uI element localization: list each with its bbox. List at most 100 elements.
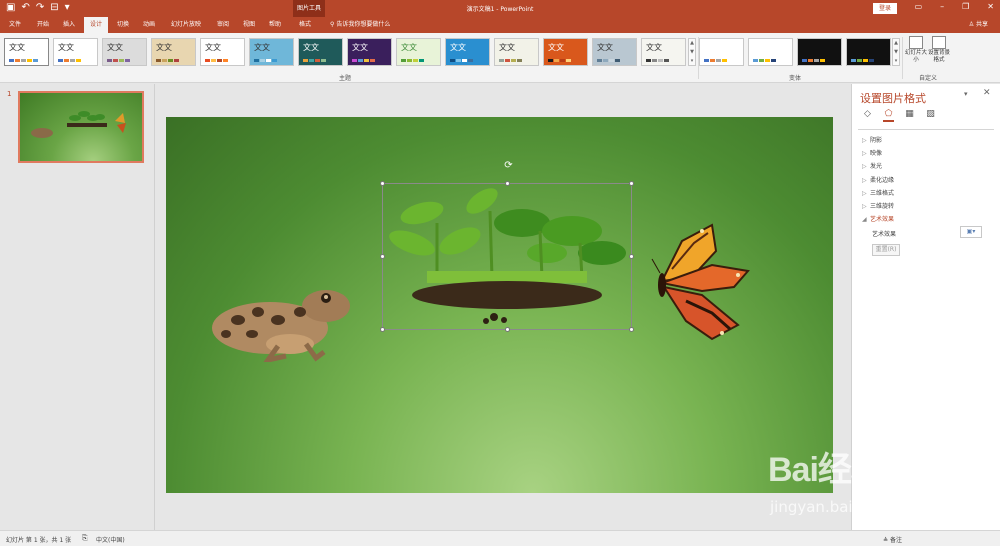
section-3d-format[interactable]: ▷ 三维格式 — [862, 188, 894, 197]
variant-color-bars — [704, 59, 727, 62]
resize-handle[interactable] — [380, 327, 385, 332]
theme-thumb[interactable]: 文文 — [641, 38, 686, 66]
picture-selection-box — [380, 181, 634, 332]
theme-color-bars — [205, 59, 228, 62]
ribbon-display-options-icon[interactable]: ▭ — [915, 2, 923, 11]
lightbulb-icon: ⚲ — [330, 21, 335, 28]
section-3d-rotation[interactable]: ▷ 三维旋转 — [862, 201, 894, 210]
share-button[interactable]: ♙ 共享 — [969, 17, 988, 33]
collapsed-caret-icon: ▷ — [862, 177, 867, 184]
theme-thumb[interactable]: 文文 — [53, 38, 98, 66]
tell-me-search[interactable]: ⚲ 告诉我你想要做什么 — [330, 17, 390, 33]
tab-view[interactable]: 视图 — [238, 17, 260, 33]
close-icon[interactable]: ✕ — [987, 2, 994, 11]
theme-thumb[interactable]: 文文 — [592, 38, 637, 66]
theme-color-bars — [646, 59, 669, 62]
tab-transitions[interactable]: 切换 — [112, 17, 134, 33]
slide-canvas[interactable]: ⟳ — [166, 117, 833, 493]
size-properties-icon[interactable]: ▦ — [904, 109, 915, 120]
variant-thumb[interactable] — [846, 38, 891, 66]
section-label: 映像 — [870, 150, 883, 157]
resize-handle[interactable] — [629, 181, 634, 186]
slide-size-button[interactable]: 幻灯片大小 — [905, 36, 927, 64]
resize-handle[interactable] — [629, 327, 634, 332]
resize-handle[interactable] — [505, 327, 510, 332]
pane-close-icon[interactable]: ✕ — [983, 88, 991, 98]
fill-line-icon[interactable]: ◇ — [862, 109, 873, 120]
notes-button[interactable]: ≜ 备注 — [883, 535, 902, 544]
themes-gallery-scroll[interactable]: ▲ ▼ ▾ — [688, 38, 696, 66]
tab-slideshow[interactable]: 幻灯片放映 — [166, 17, 206, 33]
collapsed-caret-icon: ▷ — [862, 163, 867, 170]
section-artistic-effects[interactable]: ◢ 艺术效果 — [862, 214, 894, 223]
theme-thumb-label: 文文 — [58, 43, 74, 52]
document-title: 演示文稿1 - PowerPoint — [466, 6, 534, 13]
slide-editing-area: ⟳ — [156, 84, 850, 530]
theme-thumb[interactable]: 文文 — [445, 38, 490, 66]
variants-gallery-scroll[interactable]: ▲ ▼ ▾ — [892, 38, 900, 66]
theme-thumb-label: 文文 — [9, 43, 25, 52]
theme-thumb[interactable]: 文文 — [494, 38, 539, 66]
tab-format[interactable]: 格式 — [293, 17, 317, 33]
ribbon-design: 文文 文文 文文 文文 文文 文文 文文 文文 文文 文文 文文 文文 文文 文… — [0, 33, 1000, 83]
theme-thumb[interactable]: 文文 — [200, 38, 245, 66]
tab-help[interactable]: 帮助 — [264, 17, 286, 33]
variant-thumb[interactable] — [797, 38, 842, 66]
tab-review[interactable]: 审阅 — [212, 17, 234, 33]
resize-handle[interactable] — [380, 254, 385, 259]
notes-icon: ≜ — [883, 537, 889, 544]
butterfly-image[interactable] — [642, 221, 752, 343]
section-label: 阴影 — [870, 137, 883, 144]
theme-thumb[interactable]: 文文 — [396, 38, 441, 66]
picture-icon[interactable]: ▨ — [925, 109, 936, 120]
tab-design[interactable]: 设计 — [84, 17, 108, 33]
tab-file[interactable]: 文件 — [4, 17, 26, 33]
tab-animations[interactable]: 动画 — [138, 17, 160, 33]
theme-thumb[interactable]: 文文 — [543, 38, 588, 66]
theme-thumb-label: 文文 — [597, 43, 613, 52]
rotate-handle-icon[interactable]: ⟳ — [503, 160, 514, 171]
resize-handle[interactable] — [380, 181, 385, 186]
slide-count-status: 幻灯片 第 1 张，共 1 张 — [6, 537, 72, 544]
login-button[interactable]: 登录 — [873, 3, 897, 14]
theme-thumb[interactable]: 文文 — [298, 38, 343, 66]
artistic-effects-dropdown[interactable]: ▣▾ — [960, 226, 982, 238]
spellcheck-icon[interactable]: ⎘ — [82, 534, 88, 543]
theme-thumb[interactable]: 文文 — [347, 38, 392, 66]
effects-icon[interactable]: ⬠ — [883, 109, 894, 122]
collapsed-caret-icon: ▷ — [862, 150, 867, 157]
resize-handle[interactable] — [505, 181, 510, 186]
theme-thumb-label: 文文 — [646, 43, 662, 52]
section-soft-edges[interactable]: ▷ 柔化边缘 — [862, 175, 894, 184]
variant-thumb[interactable] — [748, 38, 793, 66]
section-shadow[interactable]: ▷ 阴影 — [862, 135, 882, 144]
restore-icon[interactable]: ❐ — [962, 2, 969, 11]
title-bar: ▣ ↶ ↷ ⊟ ▾ 图片工具 演示文稿1 - PowerPoint 登录 ▭ –… — [0, 0, 1000, 17]
tab-home[interactable]: 开始 — [32, 17, 54, 33]
section-glow[interactable]: ▷ 发光 — [862, 161, 882, 170]
format-background-icon — [932, 36, 946, 49]
person-icon: ♙ — [968, 21, 975, 28]
theme-thumb[interactable]: 文文 — [151, 38, 196, 66]
pane-options-icon[interactable]: ▾ — [964, 90, 968, 98]
theme-thumb-label: 文文 — [107, 43, 123, 52]
section-reflection[interactable]: ▷ 映像 — [862, 148, 882, 157]
theme-color-bars — [401, 59, 424, 62]
format-background-button[interactable]: 设置背景格式 — [928, 36, 950, 64]
slide-thumbnail[interactable] — [18, 91, 144, 163]
pane-category-icons: ◇ ⬠ ▦ ▨ — [862, 109, 936, 122]
theme-thumb[interactable]: 文文 — [4, 38, 49, 66]
reset-button[interactable]: 重置(R) — [872, 244, 900, 256]
language-status[interactable]: 中文(中国) — [96, 535, 125, 544]
tab-insert[interactable]: 插入 — [58, 17, 80, 33]
section-label: 三维旋转 — [870, 203, 895, 210]
resize-handle[interactable] — [629, 254, 634, 259]
theme-thumb[interactable]: 文文 — [249, 38, 294, 66]
group-label-variants: 变体 — [788, 75, 801, 82]
theme-thumb[interactable]: 文文 — [102, 38, 147, 66]
theme-color-bars — [303, 59, 326, 62]
frog-image[interactable] — [208, 282, 353, 362]
minimize-icon[interactable]: – — [940, 2, 944, 11]
status-bar: 幻灯片 第 1 张，共 1 张 ⎘ 中文(中国) ≜ 备注 — [0, 530, 1000, 546]
variant-thumb[interactable] — [699, 38, 744, 66]
